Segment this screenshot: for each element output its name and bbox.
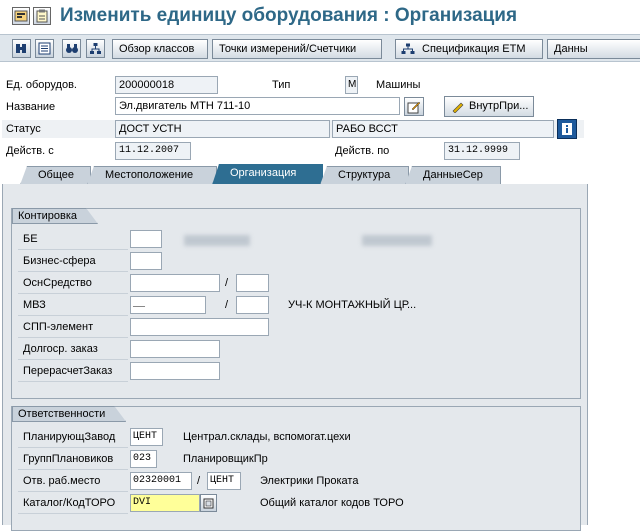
planning-plant-field[interactable]: ЦЕНТ bbox=[130, 428, 163, 446]
clipboard-icon[interactable] bbox=[33, 7, 51, 25]
planner-group-label: ГруппПлановиков bbox=[18, 449, 128, 470]
header-area: Ед. оборудов. 200000018 Тип M Машины Наз… bbox=[0, 63, 640, 163]
status-label: Статус bbox=[6, 123, 41, 135]
page-title: Изменить единицу оборудования : Организа… bbox=[60, 5, 518, 26]
equipment-field[interactable]: 200000018 bbox=[115, 76, 218, 94]
internal-remark-label: ВнутрПри... bbox=[469, 100, 529, 112]
type-label: Тип bbox=[272, 79, 291, 91]
name-field[interactable]: Эл.двигатель МТН 711-10 bbox=[115, 97, 400, 115]
business-sphere-field[interactable] bbox=[130, 252, 162, 270]
name-label: Название bbox=[6, 101, 56, 113]
asset-subnumber-field[interactable] bbox=[236, 274, 269, 292]
account-assignment-group: Контировка БЕ Бизнес-сфера ОснСредство /… bbox=[11, 208, 581, 399]
blurred-text bbox=[362, 235, 432, 246]
binoculars-icon[interactable] bbox=[62, 39, 81, 58]
bom-icon bbox=[401, 43, 415, 58]
business-area-row: БЕ bbox=[18, 229, 578, 250]
cost-center-field[interactable]: __ bbox=[130, 296, 206, 314]
planning-plant-description: Централ.склады, вспомогат.цехи bbox=[183, 431, 351, 443]
business-sphere-row: Бизнес-сфера bbox=[18, 251, 578, 272]
tab-location[interactable]: Местоположение bbox=[87, 166, 217, 185]
asset-separator: / bbox=[225, 277, 229, 289]
work-center-row: Отв. раб.место 02320001 / ЦЕНТ Электрики… bbox=[18, 471, 578, 492]
class-overview-button[interactable]: Обзор классов bbox=[112, 39, 208, 59]
controlling-area-field[interactable] bbox=[236, 296, 269, 314]
work-center-plant-field[interactable]: ЦЕНТ bbox=[207, 472, 241, 490]
organization-panel: Контировка БЕ Бизнес-сфера ОснСредство /… bbox=[2, 184, 588, 531]
standing-order-label: Долгоср. заказ bbox=[18, 339, 128, 360]
business-area-field[interactable] bbox=[130, 230, 162, 248]
wbs-field[interactable] bbox=[130, 318, 269, 336]
planner-group-field[interactable]: 023 bbox=[130, 450, 157, 468]
tab-general[interactable]: Общее bbox=[20, 166, 91, 185]
info-icon[interactable] bbox=[557, 119, 577, 139]
account-assignment-title: Контировка bbox=[12, 208, 98, 224]
settlement-order-row: ПерерасчетЗаказ bbox=[18, 361, 578, 382]
valid-to-field: 31.12.9999 bbox=[444, 142, 520, 160]
value-help-icon[interactable] bbox=[200, 494, 217, 512]
user-status-field: РАБО ВССТ bbox=[332, 120, 554, 138]
application-toolbar: Обзор классов Точки измерений/Счетчики С… bbox=[0, 34, 640, 62]
valid-from-label: Действ. с bbox=[6, 145, 54, 157]
tab-strip: Общее Местоположение Организация Структу… bbox=[0, 163, 640, 185]
tab-organization[interactable]: Организация bbox=[212, 164, 323, 185]
work-center-description: Электрики Проката bbox=[260, 475, 359, 487]
bom-button-label: Спецификация ЕТМ bbox=[422, 43, 526, 55]
system-status-field: ДОСТ УСТН bbox=[115, 120, 330, 138]
type-description: Машины bbox=[376, 79, 421, 91]
equipment-label: Ед. оборудов. bbox=[6, 79, 77, 91]
title-bar: Изменить единицу оборудования : Организа… bbox=[0, 0, 640, 34]
business-sphere-label: Бизнес-сфера bbox=[18, 251, 128, 272]
bom-button[interactable]: Спецификация ЕТМ bbox=[395, 39, 543, 59]
responsibilities-group: Ответственности ПланирующЗавод ЦЕНТ Цент… bbox=[11, 406, 581, 531]
business-area-label: БЕ bbox=[18, 229, 128, 250]
internal-remark-button[interactable]: ВнутрПри... bbox=[444, 96, 534, 117]
tab-serial-data[interactable]: ДанныеСер bbox=[405, 166, 501, 185]
blurred-text bbox=[184, 235, 250, 246]
type-field[interactable]: M bbox=[345, 76, 358, 94]
work-center-field[interactable]: 02320001 bbox=[130, 472, 192, 490]
cost-center-description: УЧ-К МОНТАЖНЫЙ ЦР... bbox=[288, 299, 417, 311]
standing-order-field[interactable] bbox=[130, 340, 220, 358]
settlement-order-field[interactable] bbox=[130, 362, 220, 380]
edit-pencil-icon bbox=[451, 100, 465, 116]
sap-small-icon[interactable] bbox=[12, 7, 30, 25]
wbs-row: СПП-элемент bbox=[18, 317, 578, 338]
asset-label: ОснСредство bbox=[18, 273, 128, 294]
standing-order-row: Долгоср. заказ bbox=[18, 339, 578, 360]
catalog-profile-field[interactable]: DVI bbox=[130, 494, 200, 512]
tab-structure[interactable]: Структура bbox=[320, 166, 409, 185]
valid-from-field[interactable]: 11.12.2007 bbox=[115, 142, 191, 160]
valid-to-label: Действ. по bbox=[335, 145, 390, 157]
list-icon[interactable] bbox=[35, 39, 54, 58]
wbs-label: СПП-элемент bbox=[18, 317, 128, 338]
planner-group-row: ГруппПлановиков 023 ПланировщикПр bbox=[18, 449, 578, 470]
work-center-separator: / bbox=[197, 475, 201, 487]
catalog-profile-row: Каталог/КодТОРО DVI Общий каталог кодов … bbox=[18, 493, 578, 514]
responsibilities-title: Ответственности bbox=[12, 406, 126, 422]
settlement-order-label: ПерерасчетЗаказ bbox=[18, 361, 128, 382]
asset-field[interactable] bbox=[130, 274, 220, 292]
equipment-icon[interactable] bbox=[12, 39, 31, 58]
hierarchy-icon[interactable] bbox=[86, 39, 105, 58]
catalog-profile-description: Общий каталог кодов ТОРО bbox=[260, 497, 404, 509]
data-button[interactable]: Данны bbox=[547, 39, 640, 59]
catalog-profile-label: Каталог/КодТОРО bbox=[18, 493, 128, 514]
measuring-points-button[interactable]: Точки измерений/Счетчики bbox=[212, 39, 382, 59]
cost-center-label: МВЗ bbox=[18, 295, 128, 316]
planning-plant-row: ПланирующЗавод ЦЕНТ Централ.склады, вспо… bbox=[18, 427, 578, 448]
asset-row: ОснСредство / bbox=[18, 273, 578, 294]
planner-group-description: ПланировщикПр bbox=[183, 453, 268, 465]
cost-center-separator: / bbox=[225, 299, 229, 311]
cost-center-row: МВЗ __ / УЧ-К МОНТАЖНЫЙ ЦР... bbox=[18, 295, 578, 316]
planning-plant-label: ПланирующЗавод bbox=[18, 427, 128, 448]
work-center-label: Отв. раб.место bbox=[18, 471, 128, 492]
long-text-icon[interactable] bbox=[404, 97, 424, 116]
